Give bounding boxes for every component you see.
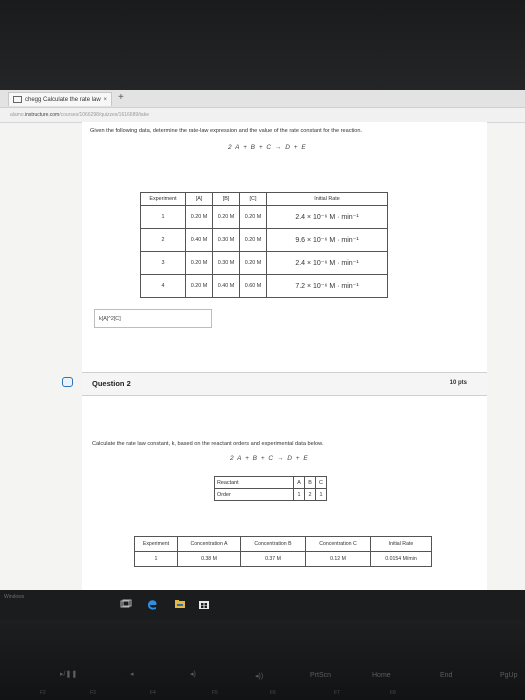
prtscn-key: PrtScn: [310, 672, 332, 679]
table-cell: 0.20 M: [239, 228, 267, 252]
fkey-label: F6: [270, 690, 276, 696]
table-cell: 0.20 M: [185, 274, 213, 298]
table-cell: B: [304, 476, 316, 489]
tab-title: chegg Calculate the rate law: [25, 97, 101, 103]
question1-prompt: Given the following data, determine the …: [90, 128, 363, 134]
taskbar-label: Windows: [4, 594, 25, 600]
table-cell: 2: [304, 488, 316, 501]
task-view-icon[interactable]: [120, 598, 132, 610]
table-header: Experiment: [134, 536, 178, 552]
url-text[interactable]: alamo.instructure.com/courses/1066298/qu…: [10, 110, 149, 120]
mute-key: ◂: [130, 671, 134, 678]
volume-down-key: ◂): [190, 671, 196, 678]
pgup-key: PgUp: [500, 672, 518, 679]
table-row: Order 1 2 1: [214, 488, 327, 501]
play-pause-key: ▸/❚❚: [60, 671, 78, 678]
table-cell: 0.30 M: [212, 251, 240, 275]
table-cell: 1: [134, 551, 178, 567]
table-header: Concentration C: [305, 536, 371, 552]
edge-browser-icon[interactable]: [146, 598, 158, 610]
table-header: Initial Rate: [266, 192, 388, 206]
home-key: Home: [372, 672, 391, 679]
table-header: Experiment: [140, 192, 186, 206]
question2-points: 10 pts: [449, 380, 467, 386]
question2-equation: 2 A + B + C → D + E: [230, 455, 309, 462]
table-cell: 0.40 M: [212, 274, 240, 298]
table-cell: 9.6 × 10⁻⁶ M · min⁻¹: [266, 228, 388, 252]
tab-close-icon[interactable]: ×: [103, 93, 107, 107]
table-cell: 7.2 × 10⁻⁶ M · min⁻¹: [266, 274, 388, 298]
table-cell: 1: [293, 488, 305, 501]
table-row: 4 0.20 M 0.40 M 0.60 M 7.2 × 10⁻⁶ M · mi…: [140, 274, 388, 298]
tab-page-icon: [13, 95, 22, 103]
table-cell: 0.60 M: [239, 274, 267, 298]
table-header: [B]: [212, 192, 240, 206]
file-explorer-icon[interactable]: [174, 598, 186, 610]
table-header: Concentration A: [177, 536, 241, 552]
fkey-label: F5: [212, 690, 218, 696]
table-row: 1 0.20 M 0.20 M 0.20 M 2.4 × 10⁻⁶ M · mi…: [140, 205, 388, 229]
fkey-label: F7: [334, 690, 340, 696]
table-header: [C]: [239, 192, 267, 206]
end-key: End: [440, 672, 453, 679]
table-row: Reactant A B C: [214, 476, 327, 489]
reactant-label: Reactant: [214, 476, 294, 489]
table-cell: 2.4 × 10⁻⁶ M · min⁻¹: [266, 205, 388, 229]
fkey-label: F8: [390, 690, 396, 696]
fkey-label: F4: [150, 690, 156, 696]
table-cell: 0.40 M: [185, 228, 213, 252]
address-bar[interactable]: alamo.instructure.com/courses/1066298/qu…: [0, 108, 525, 123]
question2-data-table: Experiment Concentration A Concentration…: [134, 536, 432, 567]
new-tab-button[interactable]: +: [118, 91, 124, 105]
fkey-label: F3: [90, 690, 96, 696]
table-cell: 0.20 M: [239, 205, 267, 229]
monitor-bezel: [0, 0, 525, 90]
table-cell: 3: [140, 251, 186, 275]
reactant-order-table: Reactant A B C Order 1 2 1: [214, 476, 327, 501]
question1-answer-input[interactable]: k[A]^2[C]: [94, 309, 212, 328]
table-row: 3 0.20 M 0.30 M 0.20 M 2.4 × 10⁻⁶ M · mi…: [140, 251, 388, 275]
table-cell: 0.20 M: [185, 205, 213, 229]
table-cell: 0.20 M: [239, 251, 267, 275]
flag-question-icon[interactable]: [62, 377, 73, 387]
tab-bar: chegg Calculate the rate law × +: [0, 90, 525, 108]
table-header: [A]: [185, 192, 213, 206]
quiz-page: Given the following data, determine the …: [82, 122, 487, 590]
table-cell: C: [315, 476, 327, 489]
table-header-row: Experiment Concentration A Concentration…: [134, 536, 432, 552]
table-cell: 1: [140, 205, 186, 229]
table-cell: 1: [315, 488, 327, 501]
table-cell: 0.37 M: [240, 551, 306, 567]
keyboard-area: ▸/❚❚ ◂ ◂) ◂)) PrtScn Home End PgUp F2 F3…: [0, 620, 525, 700]
table-cell: 2: [140, 228, 186, 252]
table-row: 2 0.40 M 0.30 M 0.20 M 9.6 × 10⁻⁶ M · mi…: [140, 228, 388, 252]
browser-tab[interactable]: chegg Calculate the rate law ×: [8, 92, 112, 106]
question2-header: Question 2 10 pts: [82, 372, 487, 396]
table-cell: 0.0154 M/min: [370, 551, 432, 567]
table-cell: 0.38 M: [177, 551, 241, 567]
question1-equation: 2 A + B + C → D + E: [228, 144, 307, 151]
table-header: Concentration B: [240, 536, 306, 552]
volume-up-key: ◂)): [255, 673, 264, 680]
table-header: Initial Rate: [370, 536, 432, 552]
table-cell: 0.20 M: [185, 251, 213, 275]
question2-prompt: Calculate the rate law constant, k, base…: [92, 441, 324, 447]
table-cell: A: [293, 476, 305, 489]
windows-taskbar: Windows: [0, 590, 525, 620]
table-row: 1 0.38 M 0.37 M 0.12 M 0.0154 M/min: [134, 551, 432, 567]
table-cell: 0.20 M: [212, 205, 240, 229]
fkey-label: F2: [40, 690, 46, 696]
table-cell: 2.4 × 10⁻⁶ M · min⁻¹: [266, 251, 388, 275]
table-cell: 4: [140, 274, 186, 298]
browser-window: chegg Calculate the rate law × + alamo.i…: [0, 90, 525, 590]
question2-title: Question 2: [92, 379, 131, 388]
order-label: Order: [214, 488, 294, 501]
table-header-row: Experiment [A] [B] [C] Initial Rate: [140, 192, 388, 206]
table-cell: 0.30 M: [212, 228, 240, 252]
table-cell: 0.12 M: [305, 551, 371, 567]
store-icon[interactable]: [198, 598, 210, 610]
question1-data-table: Experiment [A] [B] [C] Initial Rate 1 0.…: [140, 192, 388, 298]
